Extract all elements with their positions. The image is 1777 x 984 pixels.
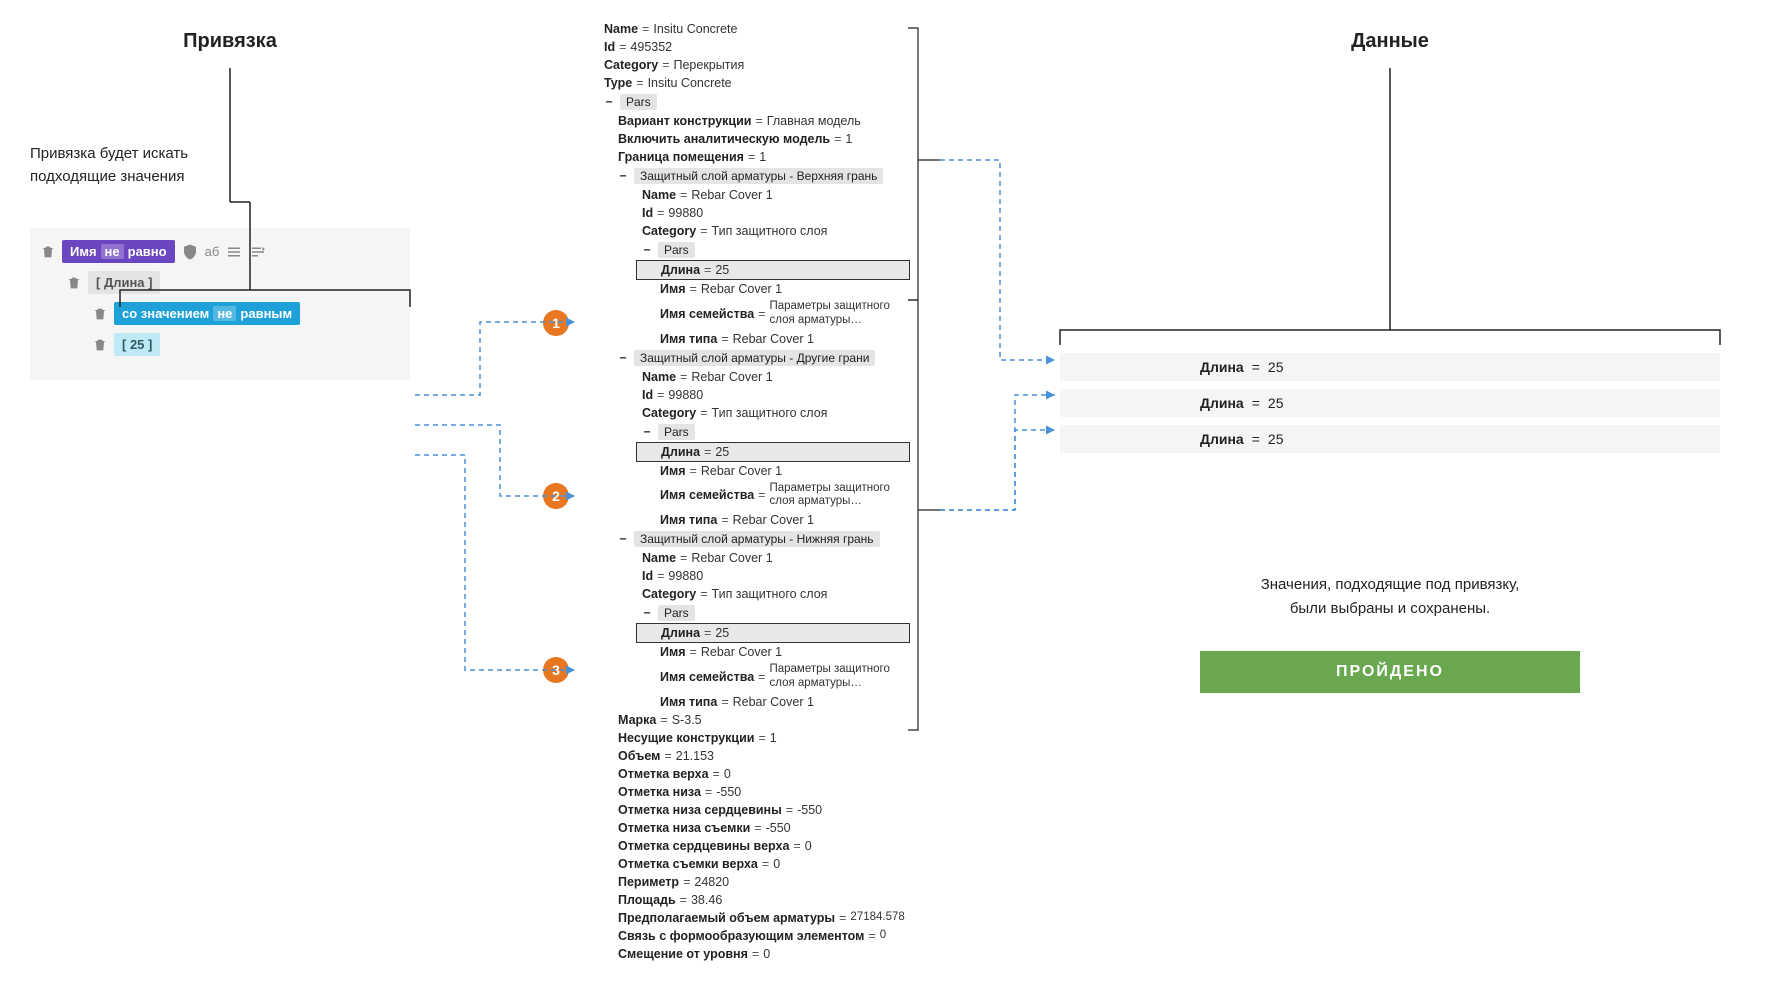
tree-row: Category = Перекрытия bbox=[580, 56, 910, 74]
collapse-icon[interactable]: − bbox=[642, 606, 652, 620]
tree-row: Отметка сердцевины верха = 0 bbox=[580, 837, 910, 855]
rule-row-param: [ Длина ] bbox=[66, 271, 400, 294]
tree-row: Связь с формообразующим элементом = 0 bbox=[580, 927, 910, 945]
tree-row: Объем = 21.153 bbox=[580, 747, 910, 765]
binding-subtext: Привязка будет искать подходящие значени… bbox=[30, 143, 430, 188]
property-tree: Name = Insitu ConcreteId = 495352Categor… bbox=[580, 20, 910, 963]
tree-group[interactable]: −Pars bbox=[580, 240, 910, 260]
marker-2: 2 bbox=[543, 483, 569, 509]
tree-row: Type = Insitu Concrete bbox=[580, 74, 910, 92]
collapse-icon[interactable] bbox=[249, 243, 267, 261]
tree-group[interactable]: −Pars bbox=[580, 92, 910, 112]
tree-row: Name = Rebar Cover 1 bbox=[580, 186, 910, 204]
tree-row: Отметка съемки верха = 0 bbox=[580, 855, 910, 873]
tree-row: Отметка низа = -550 bbox=[580, 783, 910, 801]
shield-icon[interactable] bbox=[181, 243, 199, 261]
list-icon[interactable] bbox=[225, 243, 243, 261]
value-not-equal-tag[interactable]: со значением не равным bbox=[114, 302, 300, 325]
tree-group[interactable]: −Pars bbox=[580, 422, 910, 442]
collapse-icon[interactable]: − bbox=[642, 425, 652, 439]
tree-row: Несущие конструкции = 1 bbox=[580, 729, 910, 747]
tree-row: Имя = Rebar Cover 1 bbox=[580, 643, 910, 661]
tree-row: Имя типа = Rebar Cover 1 bbox=[580, 330, 910, 348]
tree-row: Name = Rebar Cover 1 bbox=[580, 368, 910, 386]
status-passed: ПРОЙДЕНО bbox=[1200, 651, 1580, 693]
highlighted-row: Длина = 25 bbox=[636, 442, 910, 462]
data-row: Длина = 25 bbox=[1060, 389, 1720, 417]
tree-row: Отметка низа съемки = -550 bbox=[580, 819, 910, 837]
tree-row: Отметка верха = 0 bbox=[580, 765, 910, 783]
tree-row: Предполагаемый объем арматуры = 27184.57… bbox=[580, 909, 910, 927]
param-tag[interactable]: [ Длина ] bbox=[88, 271, 160, 294]
tree-row: Id = 99880 bbox=[580, 204, 910, 222]
tree-row: Периметр = 24820 bbox=[580, 873, 910, 891]
binding-heading: Привязка bbox=[30, 30, 430, 53]
tree-group[interactable]: −Pars bbox=[580, 603, 910, 623]
tree-row: Имя типа = Rebar Cover 1 bbox=[580, 511, 910, 529]
rule-row-constant: [ 25 ] bbox=[92, 333, 400, 356]
highlighted-row: Длина = 25 bbox=[636, 260, 910, 280]
highlighted-row: Длина = 25 bbox=[636, 623, 910, 643]
tree-row: Id = 495352 bbox=[580, 38, 910, 56]
collapse-icon[interactable]: − bbox=[618, 351, 628, 365]
tree-row: Имя = Rebar Cover 1 bbox=[580, 280, 910, 298]
constant-tag[interactable]: [ 25 ] bbox=[114, 333, 160, 356]
collapse-icon[interactable]: − bbox=[642, 243, 652, 257]
data-column: Данные Длина = 25 Длина = 25 Длина = 25 Зн… bbox=[1060, 30, 1720, 693]
tree-row: Вариант конструкции = Главная модель bbox=[580, 112, 910, 130]
collapse-icon[interactable]: − bbox=[604, 95, 614, 109]
tree-row: Name = Rebar Cover 1 bbox=[580, 549, 910, 567]
tree-row: Имя семейства = Параметры защитного слоя… bbox=[580, 298, 910, 330]
tree-row: Id = 99880 bbox=[580, 386, 910, 404]
marker-3: 3 bbox=[543, 657, 569, 683]
data-subtext: Значения, подходящие под привязку, были … bbox=[1060, 573, 1720, 621]
rule-row-value: со значением не равным bbox=[92, 302, 400, 325]
collapse-icon[interactable]: − bbox=[618, 169, 628, 183]
data-row: Длина = 25 bbox=[1060, 425, 1720, 453]
collapse-icon[interactable]: − bbox=[618, 532, 628, 546]
data-rows: Длина = 25 Длина = 25 Длина = 25 bbox=[1060, 353, 1720, 453]
rule-row-root: Имя не равно аб bbox=[40, 240, 400, 263]
tree-row: Name = Insitu Concrete bbox=[580, 20, 910, 38]
tree-row: Category = Тип защитного слоя bbox=[580, 585, 910, 603]
tree-row: Площадь = 38.46 bbox=[580, 891, 910, 909]
data-row: Длина = 25 bbox=[1060, 353, 1720, 381]
trash-icon[interactable] bbox=[66, 275, 82, 291]
tree-row: Включить аналитическую модель = 1 bbox=[580, 130, 910, 148]
tree-row: Имя семейства = Параметры защитного слоя… bbox=[580, 480, 910, 512]
tree-row: Category = Тип защитного слоя bbox=[580, 404, 910, 422]
tree-row: Имя типа = Rebar Cover 1 bbox=[580, 693, 910, 711]
tree-row: Category = Тип защитного слоя bbox=[580, 222, 910, 240]
tree-row: Имя = Rebar Cover 1 bbox=[580, 462, 910, 480]
tree-group[interactable]: −Защитный слой арматуры - Нижняя грань bbox=[580, 529, 910, 549]
tree-row: Отметка низа сердцевины = -550 bbox=[580, 801, 910, 819]
tree-row: Смещение от уровня = 0 bbox=[580, 945, 910, 963]
tree-group[interactable]: −Защитный слой арматуры - Другие грани bbox=[580, 348, 910, 368]
binding-column: Привязка Привязка будет искать подходящи… bbox=[30, 30, 430, 380]
tree-row: Граница помещения = 1 bbox=[580, 148, 910, 166]
ab-icon[interactable]: аб bbox=[205, 244, 220, 259]
tree-row: Id = 99880 bbox=[580, 567, 910, 585]
name-not-equal-tag[interactable]: Имя не равно bbox=[62, 240, 175, 263]
tree-group[interactable]: −Защитный слой арматуры - Верхняя грань bbox=[580, 166, 910, 186]
rule-card: Имя не равно аб [ Длина ] со значением н… bbox=[30, 228, 410, 380]
trash-icon[interactable] bbox=[92, 337, 108, 353]
marker-1: 1 bbox=[543, 310, 569, 336]
trash-icon[interactable] bbox=[92, 306, 108, 322]
tree-row: Имя семейства = Параметры защитного слоя… bbox=[580, 661, 910, 693]
tree-row: Марка = S-3.5 bbox=[580, 711, 910, 729]
data-heading: Данные bbox=[1060, 30, 1720, 53]
trash-icon[interactable] bbox=[40, 244, 56, 260]
